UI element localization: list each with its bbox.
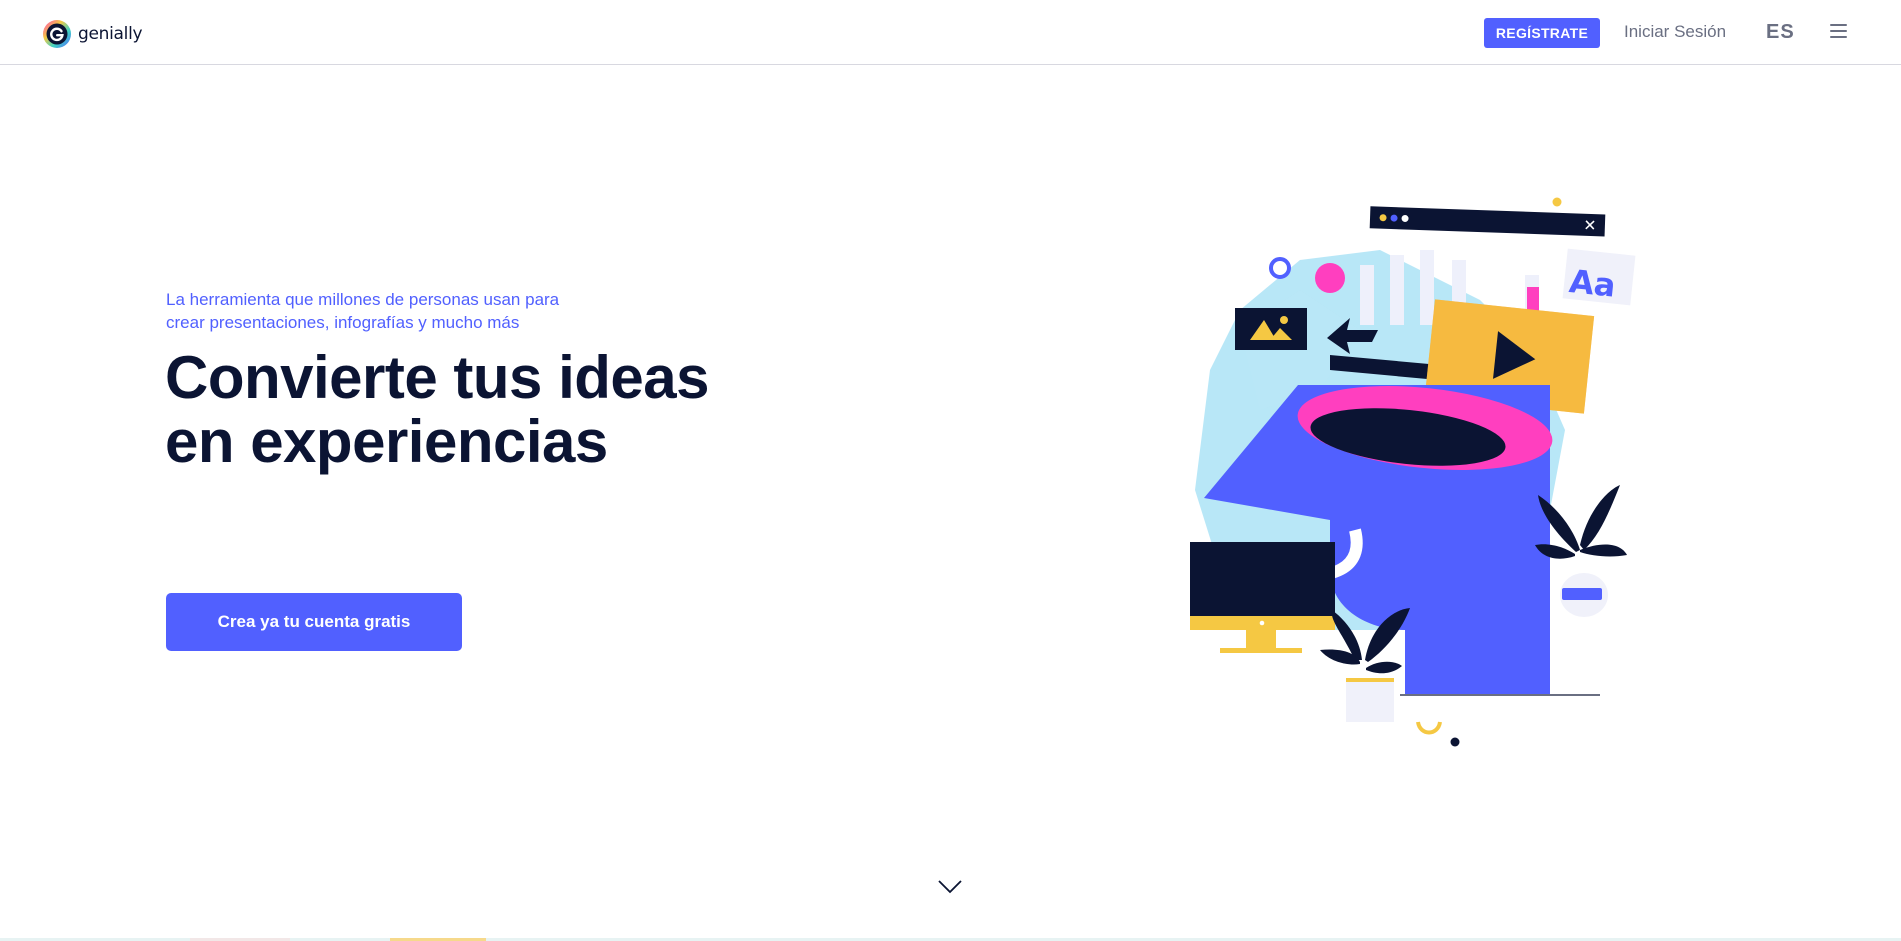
logo-text: genially [78, 24, 143, 44]
head-illustration: Aa [1190, 197, 1636, 747]
chevron-down-icon[interactable] [938, 880, 962, 894]
headline-line-2: en experiencias [165, 408, 608, 475]
hero-headline: Convierte tus ideas en experiencias [165, 344, 710, 475]
logo[interactable]: genially [42, 19, 143, 49]
language-selector[interactable]: ES [1766, 21, 1795, 44]
hamburger-menu-icon[interactable] [1830, 24, 1847, 38]
login-link[interactable]: Iniciar Sesión [1624, 22, 1726, 42]
svg-text:Aa: Aa [1567, 262, 1617, 305]
top-navbar: genially REGÍSTRATE Iniciar Sesión ES [0, 0, 1901, 65]
tagline-line-2: crear presentaciones, infografías y much… [166, 313, 520, 332]
create-account-button[interactable]: Crea ya tu cuenta gratis [166, 593, 462, 651]
hero-tagline: La herramienta que millones de personas … [166, 288, 586, 334]
tagline-line-1: La herramienta que millones de personas … [166, 290, 560, 309]
headline-line-1: Convierte tus ideas [165, 344, 710, 411]
register-button[interactable]: REGÍSTRATE [1484, 18, 1600, 48]
genially-logo-icon [43, 20, 71, 48]
